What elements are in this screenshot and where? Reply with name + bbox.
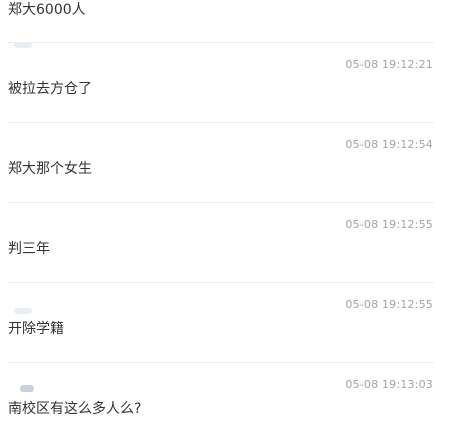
message-text: 南校区有这么多人么? [8, 401, 142, 417]
message-time: 05-08 19:12:21 [345, 58, 433, 71]
divider [8, 202, 434, 203]
message-text: 判三年 [8, 241, 50, 257]
message-text: 郑大那个女生 [8, 161, 92, 177]
divider [8, 362, 434, 363]
divider [8, 122, 434, 123]
divider [8, 282, 434, 283]
message-text: 被拉去方仓了 [8, 81, 92, 97]
message-text: 郑大6000人 [8, 2, 86, 18]
message-time: 05-08 19:12:55 [345, 218, 433, 231]
message-time: 05-08 19:13:03 [345, 378, 433, 391]
divider [8, 42, 434, 43]
avatar [14, 308, 32, 314]
message-text: 开除学籍 [8, 321, 64, 337]
avatar [20, 385, 34, 392]
message-feed: 郑大6000人 05-08 19:12:21 被拉去方仓了 05-08 19:1… [0, 0, 452, 438]
message-time: 05-08 19:12:55 [345, 298, 433, 311]
message-time: 05-08 19:12:54 [345, 138, 433, 151]
